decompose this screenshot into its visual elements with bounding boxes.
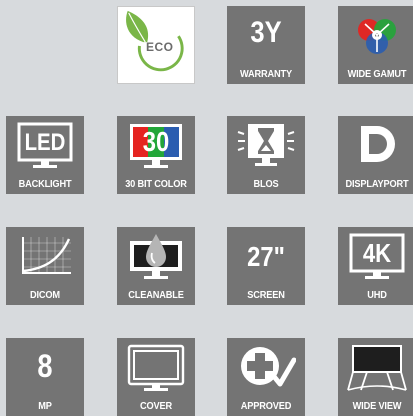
approved-label: APPROVED bbox=[240, 400, 292, 412]
displayport-icon bbox=[361, 126, 395, 162]
wide-view-icon bbox=[347, 345, 407, 391]
uhd-value: 4K bbox=[362, 238, 392, 268]
cover-tile: COVER bbox=[117, 338, 195, 416]
dicom-label: DICOM bbox=[30, 289, 60, 301]
displayport-tile: DISPLAYPORT bbox=[338, 116, 413, 194]
wide-gamut-label: WIDE GAMUT bbox=[347, 68, 407, 80]
eco-tile: ECO bbox=[117, 6, 195, 84]
wideview-tile: WIDE VIEW bbox=[338, 338, 413, 416]
dicom-tile: DICOM bbox=[6, 227, 84, 305]
backlight-label: BACKLIGHT bbox=[18, 178, 72, 190]
medical-approved-icon bbox=[241, 347, 296, 387]
cover-label: COVER bbox=[140, 400, 172, 412]
wide-gamut-tile: WIDE GAMUT bbox=[338, 6, 413, 84]
uhd-tile: 4K UHD bbox=[338, 227, 413, 305]
displayport-label: DISPLAYPORT bbox=[345, 178, 409, 190]
dicom-curve-icon bbox=[22, 237, 71, 274]
color-value: 30 bbox=[142, 126, 170, 157]
blos-tile: BLOS bbox=[227, 116, 305, 194]
cleanable-label: CLEANABLE bbox=[128, 289, 184, 301]
mp-value: 8 bbox=[37, 348, 53, 384]
rgb-circles-icon bbox=[358, 19, 396, 54]
warranty-value: 3Y bbox=[250, 16, 282, 49]
screen-tile: 27" SCREEN bbox=[227, 227, 305, 305]
wideview-label: WIDE VIEW bbox=[352, 400, 402, 412]
uhd-label: UHD bbox=[367, 289, 387, 301]
color-tile: 30 30 BIT COLOR bbox=[117, 116, 195, 194]
screen-label: SCREEN bbox=[247, 289, 285, 301]
mp-tile: 8 MP bbox=[6, 338, 84, 416]
led-value: LED bbox=[24, 129, 66, 156]
cover-monitor-icon bbox=[127, 344, 185, 391]
color-label: 30 BIT COLOR bbox=[125, 178, 187, 190]
approved-tile: APPROVED bbox=[227, 338, 305, 416]
blos-label: BLOS bbox=[253, 178, 279, 190]
screen-size-value: 27" bbox=[247, 241, 285, 272]
mp-label: MP bbox=[38, 400, 52, 412]
cleanable-tile: CLEANABLE bbox=[117, 227, 195, 305]
hourglass-monitor-icon bbox=[237, 124, 295, 166]
warranty-label: WARRANTY bbox=[240, 68, 292, 80]
backlight-tile: LED BACKLIGHT bbox=[6, 116, 84, 194]
warranty-tile: 3Y WARRANTY bbox=[227, 6, 305, 84]
droplet-monitor-icon bbox=[130, 234, 182, 279]
eco-label: ECO bbox=[146, 40, 174, 54]
